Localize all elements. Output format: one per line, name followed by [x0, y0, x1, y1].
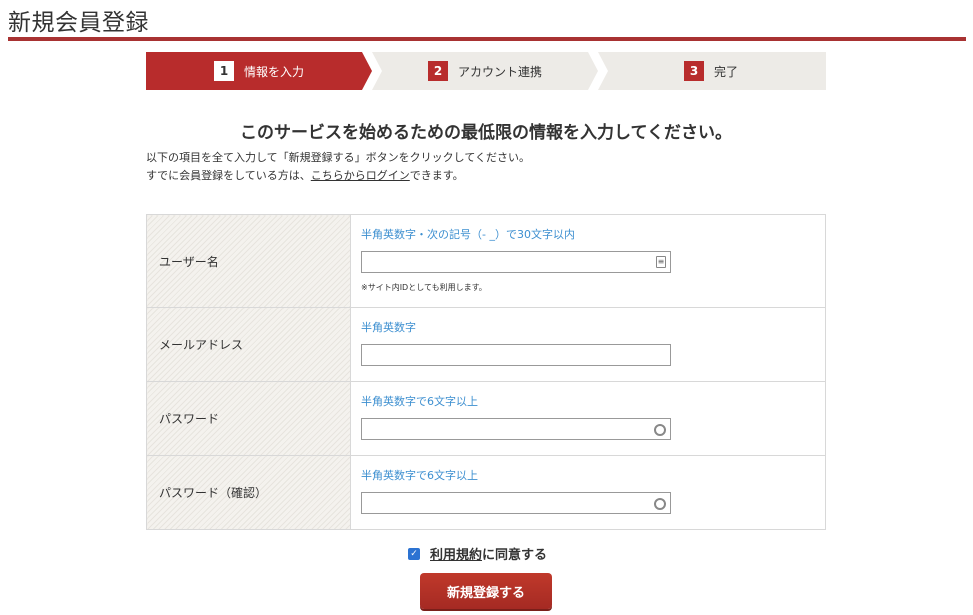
password-confirm-label: パスワード（確認）	[146, 455, 351, 530]
email-hint: 半角英数字	[361, 321, 416, 334]
terms-agreement: ✓ 利用規約 に同意する	[408, 544, 547, 563]
step-number: 1	[214, 61, 234, 81]
page-title: 新規会員登録	[8, 10, 149, 36]
terms-agree-text: に同意する	[482, 548, 548, 563]
password-input[interactable]	[361, 418, 671, 440]
form-headline: このサービスを始めるための最低限の情報を入力してください。	[240, 123, 732, 143]
intro-line-2-suffix: できます。	[409, 169, 464, 182]
password-hint: 半角英数字で6文字以上	[361, 395, 478, 408]
contact-card-icon[interactable]: ≡	[656, 256, 666, 268]
progress-steps: 1 情報を入力 2 アカウント連携 3 完了	[146, 52, 826, 90]
username-hint: 半角英数字・次の記号（- _）で30文字以内	[361, 228, 575, 241]
step-number: 2	[428, 61, 448, 81]
register-button[interactable]: 新規登録する	[420, 573, 552, 609]
username-label: ユーザー名	[146, 214, 351, 308]
username-field-cell: 半角英数字・次の記号（- _）で30文字以内 ≡ ※サイト内IDとしても利用しま…	[350, 214, 826, 308]
step-label: アカウント連携	[458, 64, 543, 79]
step-number: 3	[684, 61, 704, 81]
password-confirm-field-cell: 半角英数字で6文字以上	[350, 455, 826, 530]
registration-form: ユーザー名 半角英数字・次の記号（- _）で30文字以内 ≡ ※サイト内IDとし…	[146, 214, 826, 530]
step-3: 3 完了	[598, 52, 826, 90]
intro-line-2: すでに会員登録をしている方は、こちらからログインできます。	[146, 167, 530, 185]
form-row-password: パスワード 半角英数字で6文字以上	[146, 381, 826, 456]
terms-link[interactable]: 利用規約	[430, 544, 482, 563]
intro-line-2-prefix: すでに会員登録をしている方は、	[146, 169, 311, 182]
form-row-password-confirm: パスワード（確認） 半角英数字で6文字以上	[146, 455, 826, 530]
intro-text: 以下の項目を全て入力して「新規登録する」ボタンをクリックしてください。 すでに会…	[146, 149, 530, 185]
password-manager-icon[interactable]	[654, 424, 666, 436]
email-field-cell: 半角英数字	[350, 307, 826, 382]
password-manager-icon[interactable]	[654, 498, 666, 510]
password-confirm-input[interactable]	[361, 492, 671, 514]
email-label: メールアドレス	[146, 307, 351, 382]
password-confirm-hint: 半角英数字で6文字以上	[361, 469, 478, 482]
step-label: 完了	[714, 64, 739, 79]
form-row-email: メールアドレス 半角英数字	[146, 307, 826, 382]
email-input[interactable]	[361, 344, 671, 366]
password-label: パスワード	[146, 381, 351, 456]
title-divider	[8, 37, 966, 41]
intro-line-1: 以下の項目を全て入力して「新規登録する」ボタンをクリックしてください。	[146, 151, 531, 164]
password-field-cell: 半角英数字で6文字以上	[350, 381, 826, 456]
step-label: 情報を入力	[244, 64, 305, 79]
step-1: 1 情報を入力	[146, 52, 372, 90]
username-note: ※サイト内IDとしても利用します。	[361, 283, 487, 292]
step-2: 2 アカウント連携	[372, 52, 598, 90]
username-input[interactable]: ≡	[361, 251, 671, 273]
form-row-username: ユーザー名 半角英数字・次の記号（- _）で30文字以内 ≡ ※サイト内IDとし…	[146, 214, 826, 308]
login-link[interactable]: こちらからログイン	[311, 169, 410, 182]
terms-checkbox[interactable]: ✓	[408, 547, 420, 560]
